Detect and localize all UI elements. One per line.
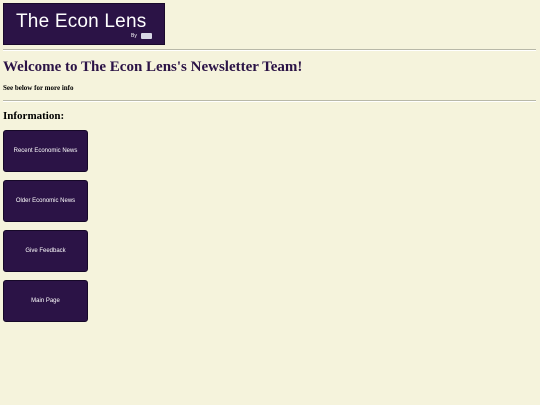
- page-subtitle: See below for more info: [3, 84, 74, 92]
- give-feedback-button[interactable]: Give Feedback: [3, 230, 88, 272]
- page-title: Welcome to The Econ Lens's Newsletter Te…: [3, 59, 303, 75]
- site-logo: The Econ Lens By: [3, 3, 165, 45]
- older-economic-news-button[interactable]: Older Economic News: [3, 180, 88, 222]
- information-heading: Information:: [3, 110, 65, 122]
- logo-badge-image: [141, 33, 152, 39]
- recent-economic-news-button[interactable]: Recent Economic News: [3, 130, 88, 172]
- main-page-button[interactable]: Main Page: [3, 280, 88, 322]
- top-divider: [3, 49, 536, 51]
- logo-title: The Econ Lens: [16, 11, 147, 32]
- section-divider: [3, 100, 536, 102]
- logo-byline: By: [131, 33, 137, 39]
